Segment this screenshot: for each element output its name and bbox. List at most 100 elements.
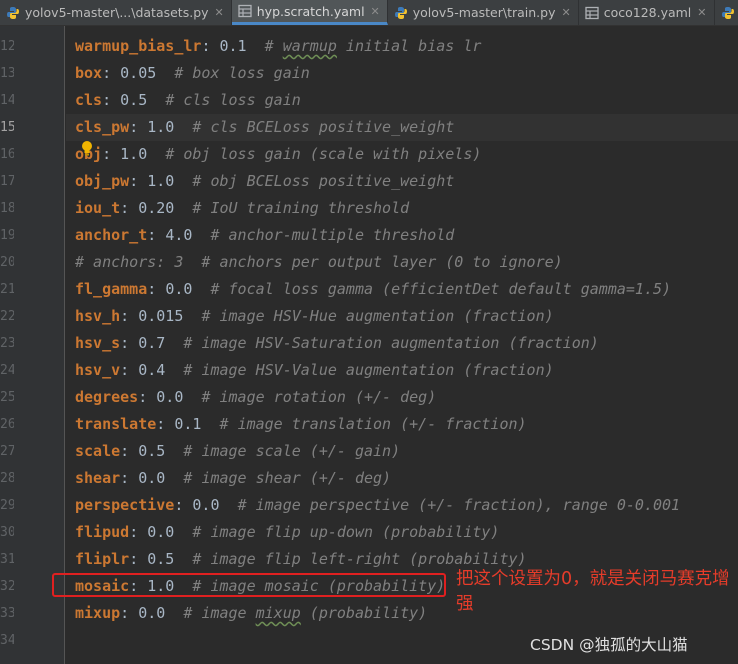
line-number: 23 xyxy=(0,336,14,351)
code-line[interactable]: fl_gamma: 0.0 # focal loss gamma (effici… xyxy=(75,276,671,303)
yaml-key: warmup_bias_lr xyxy=(75,37,202,55)
close-icon[interactable]: ✕ xyxy=(371,5,380,18)
code-line[interactable]: degrees: 0.0 # image rotation (+/- deg) xyxy=(75,384,436,411)
tab-2[interactable]: yolov5-master\train.py ✕ xyxy=(388,0,579,25)
yaml-file-icon xyxy=(585,6,599,19)
tab-0[interactable]: yolov5-master\...\datasets.py ✕ xyxy=(0,0,232,25)
tab-4[interactable]: yolov5-m xyxy=(715,0,738,25)
csdn-watermark: CSDN @独孤的大山猫 xyxy=(530,636,688,654)
line-number: 31 xyxy=(0,552,14,567)
code-line[interactable]: shear: 0.0 # image shear (+/- deg) xyxy=(75,465,391,492)
line-comment: # anchors: 3 # anchors per output layer … xyxy=(75,253,563,271)
yaml-key: obj_pw xyxy=(75,172,130,190)
yaml-value: 0.0 xyxy=(192,496,220,514)
yaml-value: 0.4 xyxy=(138,361,166,379)
editor-tab-bar: yolov5-master\...\datasets.py ✕ hyp.scratc… xyxy=(0,0,738,26)
line-comment: obj loss gain (scale with pixels) xyxy=(183,145,482,163)
yaml-key: hsv_s xyxy=(75,334,121,352)
yaml-value: 0.5 xyxy=(120,91,148,109)
line-comment: IoU training threshold xyxy=(210,199,410,217)
line-comment: cls loss gain xyxy=(183,91,301,109)
code-line[interactable]: scale: 0.5 # image scale (+/- gain) xyxy=(75,438,400,465)
line-number: 13 xyxy=(0,66,14,81)
yaml-key: hsv_v xyxy=(75,361,121,379)
line-number: 25 xyxy=(0,390,14,405)
line-comment: obj BCELoss positive_weight xyxy=(210,172,455,190)
yaml-key: cls_pw xyxy=(75,118,130,136)
code-line[interactable]: translate: 0.1 # image translation (+/- … xyxy=(75,411,527,438)
yaml-key: scale xyxy=(75,442,121,460)
code-line[interactable]: obj: 1.0 # obj loss gain (scale with pix… xyxy=(75,141,481,168)
line-number: 14 xyxy=(0,93,14,108)
line-number: 33 xyxy=(0,606,14,621)
yaml-value: 1.0 xyxy=(147,172,175,190)
line-number: 20 xyxy=(0,255,14,270)
line-comment: cls BCELoss positive_weight xyxy=(210,118,455,136)
line-number: 15 xyxy=(0,120,14,135)
line-number: 18 xyxy=(0,201,14,216)
code-line[interactable]: cls_pw: 1.0 # cls BCELoss positive_weigh… xyxy=(75,114,454,141)
yaml-key: cls xyxy=(75,91,103,109)
line-comment: image scale (+/- gain) xyxy=(201,442,401,460)
code-line[interactable]: obj_pw: 1.0 # obj BCELoss positive_weigh… xyxy=(75,168,454,195)
yaml-key: fl_gamma xyxy=(75,280,148,298)
line-comment: image HSV-Saturation augmentation (fract… xyxy=(201,334,599,352)
line-comment: image flip left-right (probability) xyxy=(210,550,527,568)
line-comment: box loss gain xyxy=(192,64,310,82)
tab-label: yolov5-master\train.py xyxy=(412,5,556,20)
yaml-value: 1.0 xyxy=(120,145,148,163)
yaml-key: mixup xyxy=(75,604,121,622)
code-line[interactable]: warmup_bias_lr: 0.1 # warmup initial bia… xyxy=(75,33,481,60)
yaml-key: box xyxy=(75,64,103,82)
line-comment: image translation (+/- fraction) xyxy=(237,415,527,433)
yaml-key: shear xyxy=(75,469,121,487)
code-line[interactable]: anchor_t: 4.0 # anchor-multiple threshol… xyxy=(75,222,454,249)
line-number: 12 xyxy=(0,39,14,54)
yaml-value: 0.015 xyxy=(138,307,184,325)
code-line[interactable]: # anchors: 3 # anchors per output layer … xyxy=(75,249,563,276)
yaml-file-icon xyxy=(238,4,252,18)
line-comment: image rotation (+/- deg) xyxy=(219,388,437,406)
line-comment: image HSV-Hue augmentation (fraction) xyxy=(219,307,554,325)
line-number: 32 xyxy=(0,579,14,594)
yaml-value: 0.5 xyxy=(147,550,175,568)
code-line[interactable]: hsv_v: 0.4 # image HSV-Value augmentatio… xyxy=(75,357,554,384)
mosaic-highlight-box xyxy=(52,573,446,597)
code-line[interactable]: mixup: 0.0 # image mixup (probability) xyxy=(75,600,427,627)
code-line[interactable]: perspective: 0.0 # image perspective (+/… xyxy=(75,492,680,519)
yaml-value: 0.0 xyxy=(138,604,166,622)
code-line[interactable]: hsv_s: 0.7 # image HSV-Saturation augmen… xyxy=(75,330,599,357)
code-line[interactable]: box: 0.05 # box loss gain xyxy=(75,60,310,87)
yaml-value: 4.0 xyxy=(165,226,193,244)
line-comment: image shear (+/- deg) xyxy=(201,469,392,487)
yaml-value: 0.05 xyxy=(120,64,157,82)
code-line[interactable]: cls: 0.5 # cls loss gain xyxy=(75,87,301,114)
yaml-value: 0.20 xyxy=(138,199,175,217)
code-line[interactable]: flipud: 0.0 # image flip up-down (probab… xyxy=(75,519,499,546)
line-number: 26 xyxy=(0,417,14,432)
yaml-value: 0.0 xyxy=(165,280,193,298)
code-line[interactable]: iou_t: 0.20 # IoU training threshold xyxy=(75,195,409,222)
line-number: 24 xyxy=(0,363,14,378)
line-comment: image flip up-down (probability) xyxy=(210,523,500,541)
close-icon[interactable]: ✕ xyxy=(697,6,706,19)
line-number: 34 xyxy=(0,633,14,648)
tab-1[interactable]: hyp.scratch.yaml ✕ xyxy=(231,0,388,25)
yaml-key: fliplr xyxy=(75,550,130,568)
tab-label: yolov5-master\...\datasets.py xyxy=(25,5,209,20)
typo-squiggle: mixup xyxy=(255,604,301,622)
line-comment: anchor-multiple threshold xyxy=(228,226,455,244)
code-line[interactable]: hsv_h: 0.015 # image HSV-Hue augmentatio… xyxy=(75,303,554,330)
lightbulb-icon[interactable] xyxy=(80,140,94,158)
line-number: 29 xyxy=(0,498,14,513)
yaml-key: translate xyxy=(75,415,157,433)
line-number-gutter: 12 13 14 15 16 17 18 19 20 21 22 23 24 25 26 27 28 29 30 31… xyxy=(0,26,65,664)
line-comment: image HSV-Value augmentation (fraction) xyxy=(201,361,554,379)
yaml-key: anchor_t xyxy=(75,226,148,244)
yaml-value: 0.1 xyxy=(174,415,202,433)
close-icon[interactable]: ✕ xyxy=(561,6,570,19)
line-comment: image perspective (+/- fraction), range … xyxy=(255,496,681,514)
line-number: 16 xyxy=(0,147,14,162)
close-icon[interactable]: ✕ xyxy=(215,6,224,19)
tab-3[interactable]: coco128.yaml ✕ xyxy=(579,0,715,25)
